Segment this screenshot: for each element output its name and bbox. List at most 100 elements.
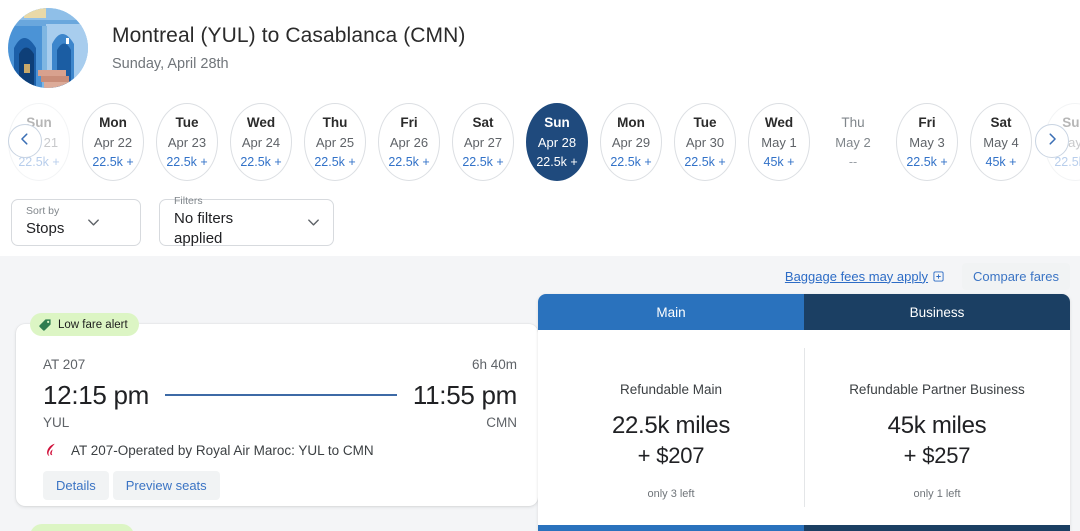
date-pill-price: 22.5k + <box>240 154 282 169</box>
chevron-down-icon <box>306 215 321 230</box>
date-pill-date: Apr 22 <box>93 134 133 150</box>
date-pill-price: 22.5k + <box>388 154 430 169</box>
baggage-fees-link-text: Baggage fees may apply <box>784 268 929 284</box>
fare-option-seats-left: only 3 left <box>647 488 695 500</box>
date-pill-date: Apr 23 <box>167 134 207 150</box>
date-pill-apr-26[interactable]: Fri Apr 26 22.5k + <box>378 103 440 181</box>
filters-select[interactable]: Filters No filters applied <box>159 195 334 247</box>
page-header: Montreal (YUL) to Casablanca (CMN) Sunda… <box>0 0 1080 96</box>
date-carousel-next-button[interactable] <box>1035 124 1069 158</box>
fare-option-cash: + $207 <box>637 443 705 468</box>
fare-option-miles: 45k miles <box>887 412 987 439</box>
flight-meta-row: AT 207 6h 40m <box>43 357 517 372</box>
date-pill-day-of-week: Fri <box>918 114 936 130</box>
fare-tab-main[interactable]: Main <box>538 294 804 330</box>
date-pill-may-1[interactable]: Wed May 1 45k + <box>748 103 810 181</box>
date-pill-price: 22.5k + <box>906 154 948 169</box>
fare-option-name: Refundable Partner Business <box>849 382 1025 397</box>
page-subtitle-date: Sunday, April 28th <box>112 56 229 72</box>
chevron-right-icon <box>1045 132 1059 151</box>
flight-path-line <box>165 394 397 396</box>
royal-air-maroc-logo-icon <box>43 442 59 458</box>
date-pill-price: 22.5k + <box>536 154 578 169</box>
page-title: Montreal (YUL) to Casablanca (CMN) <box>112 24 466 47</box>
date-pill-may-4[interactable]: Sat May 4 45k + <box>970 103 1032 181</box>
date-pill-apr-27[interactable]: Sat Apr 27 22.5k + <box>452 103 514 181</box>
date-pill-day-of-week: Wed <box>764 114 794 130</box>
date-pill-apr-28[interactable]: Sun Apr 28 22.5k + <box>526 103 588 181</box>
flight-times-row: 12:15 pm 11:55 pm <box>43 378 517 412</box>
chevron-left-icon <box>18 132 32 151</box>
date-pill-apr-24[interactable]: Wed Apr 24 22.5k + <box>230 103 292 181</box>
date-pill-day-of-week: Mon <box>99 114 127 130</box>
date-pill-may-3[interactable]: Fri May 3 22.5k + <box>896 103 958 181</box>
date-pill-date: Apr 26 <box>389 134 429 150</box>
fare-bottom-bar-business <box>804 525 1070 531</box>
date-pill-date: Apr 28 <box>537 134 577 150</box>
fare-bottom-bar-main <box>538 525 804 531</box>
external-link-icon <box>933 270 944 282</box>
date-pill-day-of-week: Sat <box>990 114 1012 130</box>
date-pill-price: 22.5k + <box>610 154 652 169</box>
chevron-down-icon <box>86 215 101 230</box>
date-pill-price: -- <box>848 154 858 169</box>
date-pill-price: 22.5k + <box>314 154 356 169</box>
date-pill-date: May 1 <box>761 134 797 150</box>
price-tag-icon <box>38 318 52 332</box>
date-pill-date: Apr 30 <box>685 134 725 150</box>
flight-actions-row: Details Preview seats <box>43 471 220 500</box>
flight-duration: 6h 40m <box>471 357 517 372</box>
date-pill-apr-29[interactable]: Mon Apr 29 22.5k + <box>600 103 662 181</box>
fare-option-miles: 22.5k miles <box>611 412 731 439</box>
date-pill-date: Apr 29 <box>611 134 651 150</box>
date-pill-price: 22.5k + <box>166 154 208 169</box>
date-pill-day-of-week: Thu <box>322 114 348 130</box>
date-pill-day-of-week: Sun <box>1062 114 1080 130</box>
date-pill-apr-30[interactable]: Tue Apr 30 22.5k + <box>674 103 736 181</box>
date-pill-price: 45k + <box>985 154 1017 169</box>
date-pill-price: 45k + <box>763 154 795 169</box>
date-pill-day-of-week: Fri <box>400 114 418 130</box>
fare-option-main[interactable]: Refundable Main 22.5k miles + $207 only 3 l… <box>538 330 804 525</box>
header-text-group: Montreal (YUL) to Casablanca (CMN) Sunda… <box>112 22 466 74</box>
date-pill-day-of-week: Tue <box>693 114 717 130</box>
date-pill-apr-25[interactable]: Thu Apr 25 22.5k + <box>304 103 366 181</box>
operated-by-row: AT 207-Operated by Royal Air Maroc: YUL … <box>43 442 374 458</box>
date-pill-price: 22.5k + <box>684 154 726 169</box>
departure-time: 12:15 pm <box>43 380 150 410</box>
date-carousel: SunApr 2122.5k +MonApr 2222.5k +TueApr 2… <box>0 96 1080 188</box>
departure-airport-code: YUL <box>43 415 70 430</box>
compare-fares-button[interactable]: Compare fares <box>962 262 1070 290</box>
date-pill-day-of-week: Sat <box>472 114 494 130</box>
fare-option-name: Refundable Main <box>619 382 723 397</box>
operated-by-text: AT 207-Operated by Royal Air Maroc: YUL … <box>71 442 374 458</box>
sort-by-label: Sort by <box>26 205 60 217</box>
flight-result-card[interactable]: Low fare alert AT 207 6h 40m 12:15 pm 11… <box>16 313 538 506</box>
date-pill-day-of-week: Wed <box>246 114 276 130</box>
arrival-time: 11:55 pm <box>412 380 517 410</box>
low-fare-alert-badge: Low fare alert <box>30 313 139 336</box>
baggage-fees-link[interactable]: Baggage fees may apply <box>785 269 944 284</box>
date-pill-date: Apr 24 <box>241 134 281 150</box>
fare-option-business[interactable]: Refundable Partner Business 45k miles + $2… <box>804 330 1070 525</box>
preview-seats-button[interactable]: Preview seats <box>112 471 220 500</box>
date-pill-apr-22[interactable]: Mon Apr 22 22.5k + <box>82 103 144 181</box>
filters-value: No filters applied <box>174 210 234 247</box>
date-pill-apr-23[interactable]: Tue Apr 23 22.5k + <box>156 103 218 181</box>
next-flight-card-low-fare-badge-peek <box>30 524 134 531</box>
date-pill-may-2: Thu May 2 -- <box>822 103 884 181</box>
details-button[interactable]: Details <box>43 471 109 500</box>
low-fare-alert-text: Low fare alert <box>58 318 128 331</box>
fare-class-tabs: Main Business <box>538 294 1070 330</box>
date-pill-day-of-week: Mon <box>617 114 645 130</box>
fare-links-row: Baggage fees may apply Compare fares <box>785 262 1070 290</box>
flight-number: AT 207 <box>43 357 86 372</box>
date-pill-price: 22.5k + <box>462 154 504 169</box>
flight-airports-row: YUL CMN <box>43 415 517 430</box>
sort-by-value: Stops <box>26 220 65 237</box>
fare-option-seats-left: only 1 left <box>913 488 961 500</box>
sort-by-select[interactable]: Sort by Stops <box>11 198 141 246</box>
date-pill-date: May 4 <box>983 134 1019 150</box>
fare-tab-business[interactable]: Business <box>804 294 1070 330</box>
date-carousel-prev-button[interactable] <box>8 124 42 158</box>
